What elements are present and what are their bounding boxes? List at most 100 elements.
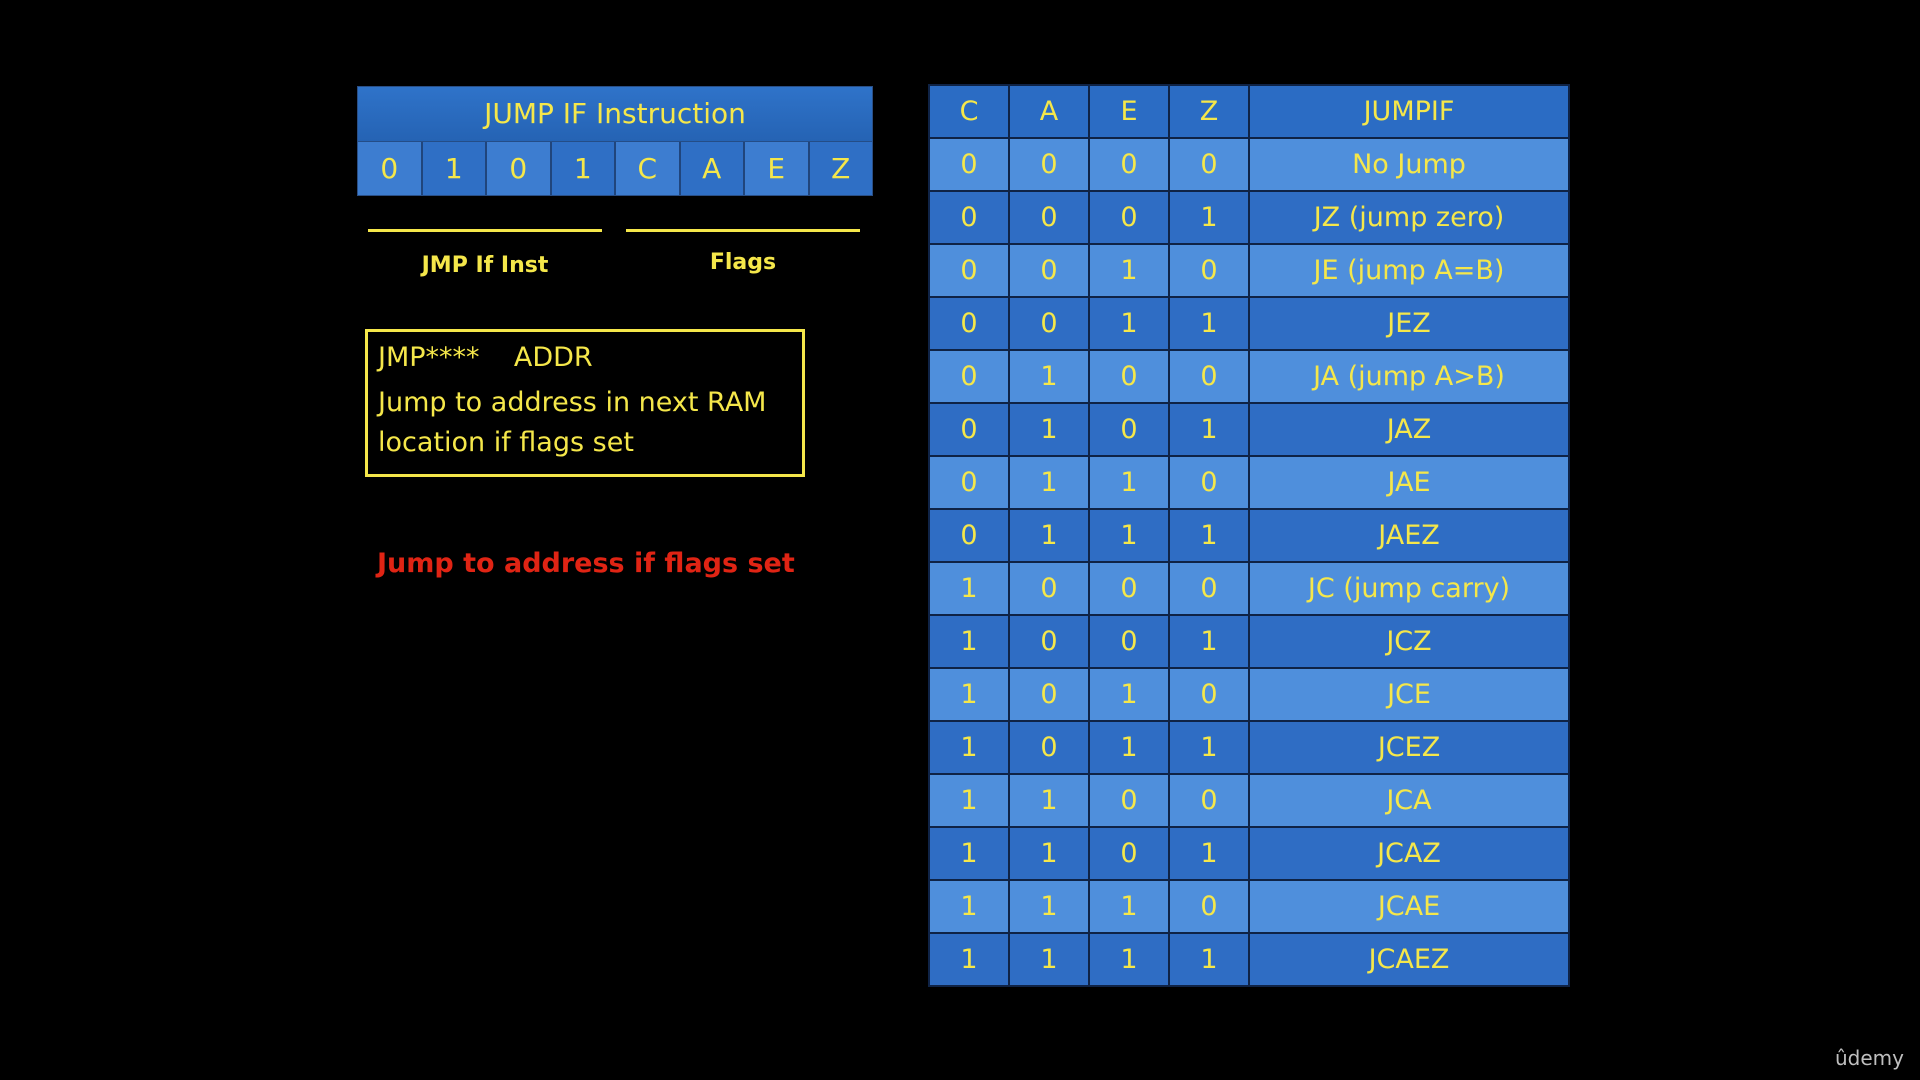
cell-c: 1: [928, 667, 1010, 722]
jump-truth-table-wrapper: C A E Z JUMPIF 0 0 0 0 No Jump 0 0 0 1 JZ (jump z…: [928, 84, 1570, 987]
cell-a: 1: [1008, 826, 1090, 881]
cell-e: 0: [1088, 402, 1170, 457]
cell-z: 1: [1168, 508, 1250, 563]
instruction-bit: A: [680, 142, 745, 195]
cell-e: 1: [1088, 720, 1170, 775]
opcode-label: JMP If Inst: [421, 253, 549, 278]
cell-c: 0: [928, 243, 1010, 298]
cell-a: 0: [1008, 296, 1090, 351]
cell-e: 1: [1088, 296, 1170, 351]
cell-jumpif: JAE: [1248, 455, 1570, 510]
instruction-bit: 0: [487, 142, 552, 195]
cell-c: 0: [928, 455, 1010, 510]
cell-c: 0: [928, 402, 1010, 457]
cell-a: 0: [1008, 243, 1090, 298]
cell-jumpif: JE (jump A=B): [1248, 243, 1570, 298]
table-header-row: C A E Z JUMPIF: [928, 84, 1570, 139]
cell-jumpif: No Jump: [1248, 137, 1570, 192]
cell-a: 0: [1008, 720, 1090, 775]
table-row: 0 1 1 0 JAE: [928, 455, 1570, 510]
cell-jumpif: JCE: [1248, 667, 1570, 722]
cell-z: 1: [1168, 190, 1250, 245]
table-row: 0 0 1 1 JEZ: [928, 296, 1570, 351]
table-row: 0 1 0 1 JAZ: [928, 402, 1570, 457]
syntax-description-line: Jump to address in next RAM: [378, 387, 767, 418]
cell-e: 1: [1088, 932, 1170, 987]
cell-c: 0: [928, 137, 1010, 192]
instruction-bit: Z: [809, 142, 872, 195]
cell-e: 1: [1088, 508, 1170, 563]
header-cell-z: Z: [1168, 84, 1250, 139]
cell-a: 1: [1008, 349, 1090, 404]
cell-z: 1: [1168, 296, 1250, 351]
cell-c: 1: [928, 879, 1010, 934]
cell-jumpif: JEZ: [1248, 296, 1570, 351]
cell-jumpif: JCAE: [1248, 879, 1570, 934]
cell-c: 1: [928, 720, 1010, 775]
table-row: 0 0 0 1 JZ (jump zero): [928, 190, 1570, 245]
syntax-description-line: location if flags set: [378, 427, 634, 458]
jump-truth-table: C A E Z JUMPIF 0 0 0 0 No Jump 0 0 0 1 JZ (jump z…: [928, 84, 1570, 987]
cell-c: 0: [928, 508, 1010, 563]
cell-c: 1: [928, 826, 1010, 881]
cell-a: 0: [1008, 667, 1090, 722]
table-row: 1 1 1 0 JCAE: [928, 879, 1570, 934]
instruction-bit: C: [616, 142, 681, 195]
udemy-logo: ûdemy: [1835, 1046, 1904, 1070]
instruction-bit: 1: [551, 142, 616, 195]
instruction-bit: 0: [358, 142, 423, 195]
cell-z: 1: [1168, 826, 1250, 881]
table-row: 1 0 0 1 JCZ: [928, 614, 1570, 669]
cell-a: 0: [1008, 137, 1090, 192]
cell-a: 0: [1008, 614, 1090, 669]
cell-z: 1: [1168, 720, 1250, 775]
cell-a: 1: [1008, 932, 1090, 987]
flags-bracket-line: [626, 229, 860, 232]
cell-z: 0: [1168, 349, 1250, 404]
cell-z: 0: [1168, 561, 1250, 616]
cell-c: 1: [928, 614, 1010, 669]
cell-e: 0: [1088, 349, 1170, 404]
cell-c: 0: [928, 296, 1010, 351]
cell-e: 1: [1088, 243, 1170, 298]
table-row: 0 1 0 0 JA (jump A>B): [928, 349, 1570, 404]
table-row: 1 0 0 0 JC (jump carry): [928, 561, 1570, 616]
cell-e: 1: [1088, 455, 1170, 510]
cell-z: 0: [1168, 455, 1250, 510]
cell-jumpif: JCZ: [1248, 614, 1570, 669]
cell-e: 0: [1088, 561, 1170, 616]
cell-z: 0: [1168, 879, 1250, 934]
table-row: 1 1 0 0 JCA: [928, 773, 1570, 828]
cell-a: 1: [1008, 879, 1090, 934]
cell-jumpif: JAZ: [1248, 402, 1570, 457]
syntax-box: JMP**** ADDR Jump to address in next RAM…: [365, 329, 805, 477]
cell-e: 0: [1088, 137, 1170, 192]
cell-c: 1: [928, 932, 1010, 987]
header-cell-e: E: [1088, 84, 1170, 139]
cell-e: 0: [1088, 190, 1170, 245]
opcode-bracket-line: [368, 229, 602, 232]
header-cell-c: C: [928, 84, 1010, 139]
instruction-bit: E: [745, 142, 810, 195]
cell-z: 1: [1168, 614, 1250, 669]
cell-jumpif: JAEZ: [1248, 508, 1570, 563]
table-row: 1 0 1 1 JCEZ: [928, 720, 1570, 775]
cell-e: 0: [1088, 614, 1170, 669]
cell-a: 0: [1008, 561, 1090, 616]
cell-z: 1: [1168, 932, 1250, 987]
cell-a: 1: [1008, 508, 1090, 563]
cell-jumpif: JCAZ: [1248, 826, 1570, 881]
cell-a: 0: [1008, 190, 1090, 245]
instruction-format-box: JUMP IF Instruction 0 1 0 1 C A E Z: [357, 86, 873, 196]
cell-jumpif: JCEZ: [1248, 720, 1570, 775]
table-row: 1 1 0 1 JCAZ: [928, 826, 1570, 881]
table-row: 1 0 1 0 JCE: [928, 667, 1570, 722]
cell-a: 1: [1008, 773, 1090, 828]
table-row: 0 1 1 1 JAEZ: [928, 508, 1570, 563]
cell-z: 0: [1168, 243, 1250, 298]
syntax-mnemonic: JMP**** ADDR: [378, 342, 593, 373]
cell-a: 1: [1008, 402, 1090, 457]
cell-a: 1: [1008, 455, 1090, 510]
instruction-header: JUMP IF Instruction: [358, 87, 872, 142]
cell-c: 1: [928, 773, 1010, 828]
